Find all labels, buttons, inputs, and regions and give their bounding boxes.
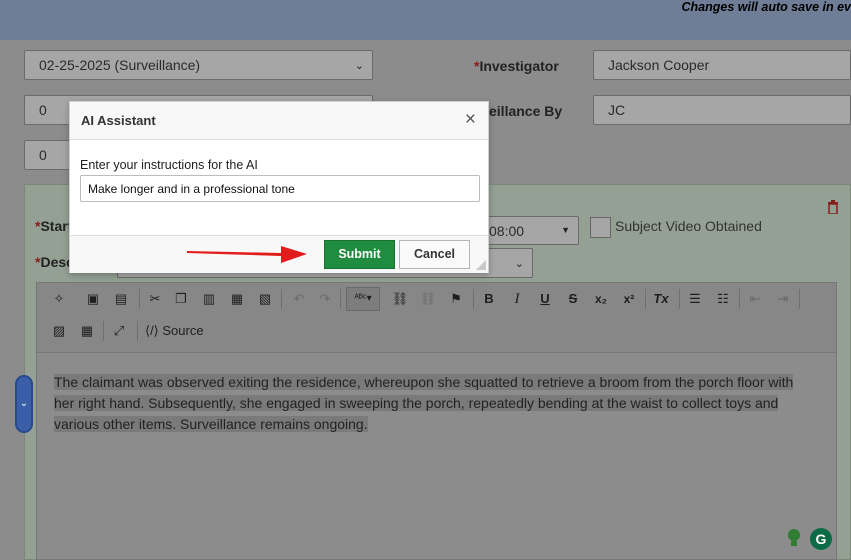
trash-icon[interactable] xyxy=(827,200,839,217)
paste-word-icon[interactable]: ▧ xyxy=(255,289,275,309)
investigator-value: Jackson Cooper xyxy=(608,57,710,73)
chevron-down-icon: ⌄ xyxy=(354,60,364,72)
field-b-value: 0 xyxy=(39,147,47,163)
paste-icon[interactable]: ▥ xyxy=(199,289,219,309)
field-a-value: 0 xyxy=(39,102,47,118)
maximize-icon[interactable]: ⤢ xyxy=(109,321,129,341)
investigator-label: *Investigator xyxy=(474,58,559,74)
paste-text-icon[interactable]: ▦ xyxy=(227,289,247,309)
editor-content[interactable]: The claimant was observed exiting the re… xyxy=(54,372,804,435)
chevron-down-icon: ⌄ xyxy=(19,398,29,409)
link-icon[interactable]: ⛓ xyxy=(390,289,410,309)
subject-video-label: Subject Video Obtained xyxy=(615,218,762,234)
report-date-select[interactable]: 02-25-2025 (Surveillance) ⌄ xyxy=(24,50,373,80)
start-time-value: 08:00 xyxy=(489,223,525,239)
close-icon[interactable]: × xyxy=(465,110,476,130)
source-label: Source xyxy=(162,323,204,338)
autosave-notice: Changes will auto save in ev xyxy=(681,0,851,14)
copy-icon[interactable]: ❐ xyxy=(171,289,191,309)
strikethrough-icon[interactable]: S xyxy=(563,289,583,309)
editor-content-text: The claimant was observed exiting the re… xyxy=(54,374,794,432)
magic-wand-icon[interactable]: ✧ xyxy=(49,289,69,309)
subject-video-checkbox[interactable] xyxy=(590,217,611,238)
top-bar: Changes will auto save in ev xyxy=(0,0,851,40)
numbered-list-icon[interactable]: ☰ xyxy=(685,289,705,309)
report-date-value: 02-25-2025 (Surveillance) xyxy=(39,57,201,73)
bold-icon[interactable]: B xyxy=(479,289,499,309)
start-label: *Start xyxy=(35,218,73,234)
grammarly-icon[interactable]: G xyxy=(810,528,832,550)
start-time-select[interactable]: 08:00 ▼ xyxy=(480,216,579,245)
redo-icon[interactable]: ↷ xyxy=(315,289,335,309)
underline-icon[interactable]: U xyxy=(535,289,555,309)
spellcheck-icon[interactable]: ᴬᴮᶜ▾ xyxy=(346,287,380,311)
table-icon[interactable]: ▦ xyxy=(77,321,97,341)
resize-handle-icon[interactable] xyxy=(474,257,486,270)
unlink-icon[interactable]: ⛓ xyxy=(418,289,438,309)
chevron-down-icon: ⌄ xyxy=(514,258,524,270)
lightbulb-icon[interactable] xyxy=(786,528,806,550)
surveillance-by-field[interactable]: JC xyxy=(593,95,851,125)
undo-icon[interactable]: ↶ xyxy=(289,289,309,309)
remove-format-icon[interactable]: Tx xyxy=(651,289,671,309)
cut-icon[interactable]: ✂ xyxy=(145,289,165,309)
outdent-icon[interactable]: ⇤ xyxy=(745,289,765,309)
surveillance-by-value: JC xyxy=(608,102,626,118)
anchor-flag-icon[interactable]: ⚑ xyxy=(446,289,466,309)
indent-icon[interactable]: ⇥ xyxy=(773,289,793,309)
modal-header: AI Assistant × xyxy=(70,102,488,140)
editor-toolbar: ✧ ▣ ▤ ✂ ❐ ▥ ▦ ▧ ↶ ↷ ᴬᴮᶜ▾ ⛓ ⛓ ⚑ B I U S x… xyxy=(37,283,836,353)
modal-title: AI Assistant xyxy=(81,113,156,128)
ai-generate-icon[interactable]: ▤ xyxy=(111,289,131,309)
subscript-icon[interactable]: x₂ xyxy=(591,289,611,309)
surveillance-by-label: eillance By xyxy=(489,103,563,119)
bullet-list-icon[interactable]: ☷ xyxy=(713,289,733,309)
instruction-label: Enter your instructions for the AI xyxy=(80,158,258,172)
instruction-input[interactable] xyxy=(80,175,480,202)
italic-icon[interactable]: I xyxy=(507,289,527,309)
superscript-icon[interactable]: x² xyxy=(619,289,639,309)
source-icon: ⟨/⟩ xyxy=(145,323,163,338)
cancel-button[interactable]: Cancel xyxy=(399,240,470,269)
source-button[interactable]: ⟨/⟩ Source xyxy=(145,323,204,339)
side-tab[interactable]: ⌄ xyxy=(15,375,33,433)
red-arrow-annotation xyxy=(185,241,310,272)
ai-assist-icon[interactable]: ▣ xyxy=(83,289,103,309)
caret-down-icon: ▼ xyxy=(561,225,570,235)
image-icon[interactable]: ▨ xyxy=(49,321,69,341)
submit-button[interactable]: Submit xyxy=(324,240,395,269)
investigator-field[interactable]: Jackson Cooper xyxy=(593,50,851,80)
